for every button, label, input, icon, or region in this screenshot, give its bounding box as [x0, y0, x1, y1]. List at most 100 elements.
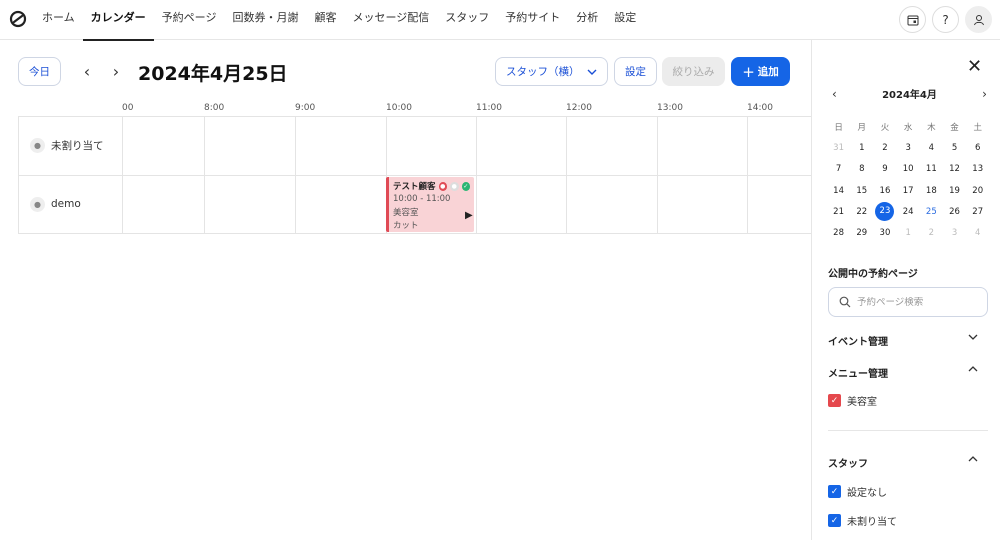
- calendar-day[interactable]: 31: [827, 143, 850, 153]
- calendar-day[interactable]: 30: [873, 228, 896, 238]
- calendar-day[interactable]: 4: [966, 228, 989, 238]
- calendar-day-number: 23: [875, 202, 895, 222]
- calendar-day[interactable]: 20: [966, 186, 989, 196]
- calendar-day[interactable]: 13: [966, 164, 989, 174]
- page-search-input[interactable]: [857, 296, 977, 308]
- menu-mgmt-title[interactable]: メニュー管理: [828, 365, 888, 380]
- staff-item-unassigned[interactable]: ✓ 未割り当て: [828, 513, 897, 528]
- hour-label: 9:00: [295, 103, 316, 113]
- calendar-day[interactable]: 17: [897, 186, 920, 196]
- calendar-day[interactable]: 1: [850, 143, 873, 153]
- checkbox[interactable]: ✓: [828, 514, 841, 527]
- today-button[interactable]: 今日: [18, 57, 61, 86]
- calendar-day-number: 19: [949, 185, 960, 196]
- staff-item-none[interactable]: ✓ 設定なし: [828, 484, 887, 499]
- nav-item-6[interactable]: スタッフ: [437, 0, 497, 40]
- booking-event[interactable]: テスト顧客 ● ● ✓ 10:00 - 11:00 美容室 カット: [386, 177, 474, 232]
- nav-item-0[interactable]: ホーム: [34, 0, 83, 40]
- calendar-day[interactable]: 18: [920, 186, 943, 196]
- calendar-day[interactable]: 8: [850, 164, 873, 174]
- nav-item-9[interactable]: 設定: [606, 0, 644, 40]
- calendar-day-number: 12: [949, 164, 960, 175]
- calendar-day-number: 20: [972, 185, 984, 196]
- calendar-day[interactable]: 26: [943, 207, 966, 217]
- calendar-day-number: 22: [856, 206, 868, 217]
- calendar-day[interactable]: 4: [920, 143, 943, 153]
- menu-item-beauty[interactable]: ✓ 美容室: [828, 393, 877, 408]
- staff-item-label: 未割り当て: [847, 517, 897, 528]
- person-icon: ●: [30, 137, 45, 153]
- prev-month-button[interactable]: ‹: [832, 87, 837, 101]
- menu-item-label: 美容室: [847, 397, 877, 408]
- calendar-day[interactable]: 11: [920, 164, 943, 174]
- row-unassigned: ● 未割り当て: [30, 137, 104, 153]
- calendar-week: 21 22 23 24 25 26 27: [827, 201, 991, 222]
- filter-button[interactable]: 絞り込み: [662, 57, 725, 86]
- prev-day-button[interactable]: ‹: [77, 60, 97, 82]
- calendar-day-number: 21: [833, 206, 844, 217]
- calendar-day[interactable]: 25: [920, 207, 943, 217]
- calendar-day[interactable]: 12: [943, 164, 966, 174]
- calendar-day[interactable]: 15: [850, 186, 873, 196]
- app-logo-icon[interactable]: [8, 9, 28, 29]
- calendar-day[interactable]: 3: [943, 228, 966, 238]
- chevron-up-icon[interactable]: [968, 364, 978, 375]
- calendar-day-number: 31: [833, 142, 844, 153]
- checkbox[interactable]: ✓: [828, 485, 841, 498]
- view-select-label: スタッフ（横）: [506, 66, 580, 78]
- chevron-up-icon[interactable]: [968, 454, 978, 465]
- nav-item-7[interactable]: 予約サイト: [497, 0, 568, 40]
- calendar-day[interactable]: 16: [873, 186, 896, 196]
- calendar-day[interactable]: 7: [827, 164, 850, 174]
- calendar-day[interactable]: 3: [897, 143, 920, 153]
- calendar-day[interactable]: 21: [827, 207, 850, 217]
- calendar-day[interactable]: 1: [897, 228, 920, 238]
- staff-title[interactable]: スタッフ: [828, 455, 868, 470]
- event-mgmt-title[interactable]: イベント管理: [828, 333, 888, 348]
- calendar-day[interactable]: 2: [873, 143, 896, 153]
- nav-item-3[interactable]: 回数券・月謝: [224, 0, 306, 40]
- nav-menu: ホーム カレンダー 予約ページ 回数券・月謝 顧客 メッセージ配信 スタッフ 予約サイト 分析設…: [34, 0, 644, 41]
- checkbox[interactable]: ✓: [828, 394, 841, 407]
- calendar-window-icon[interactable]: [899, 6, 926, 33]
- calendar-day[interactable]: 14: [827, 186, 850, 196]
- close-icon[interactable]: ✕: [967, 56, 982, 77]
- calendar-day-number: 26: [949, 206, 960, 217]
- calendar-day[interactable]: 28: [827, 228, 850, 238]
- calendar-day[interactable]: 27: [966, 207, 989, 217]
- top-nav: ホーム カレンダー 予約ページ 回数券・月謝 顧客 メッセージ配信 スタッフ 予約サイト 分析設…: [0, 0, 1000, 41]
- nav-item-5[interactable]: メッセージ配信: [344, 0, 437, 40]
- mini-calendar: 日月火水木金土 31 1 2 3 4 5 6 7 8 9 10 11 12 13 14 15 16 17 18 19 20…: [827, 116, 991, 244]
- chevron-down-icon[interactable]: [968, 332, 978, 343]
- nav-item-2[interactable]: 予約ページ: [154, 0, 225, 40]
- calendar-day[interactable]: 24: [897, 207, 920, 217]
- user-icon[interactable]: [965, 6, 992, 33]
- calendar-day-number: 1: [859, 142, 865, 153]
- row-label: demo: [51, 198, 81, 210]
- help-icon[interactable]: ?: [932, 6, 959, 33]
- nav-item-1[interactable]: カレンダー: [82, 0, 154, 41]
- weekday-label: 火: [880, 122, 890, 133]
- view-select[interactable]: スタッフ（横）: [495, 57, 608, 86]
- event-menu: 美容室: [393, 208, 419, 218]
- calendar-day[interactable]: 19: [943, 186, 966, 196]
- calendar-day[interactable]: 23: [873, 202, 896, 222]
- next-day-button[interactable]: ›: [106, 60, 126, 82]
- next-month-button[interactable]: ›: [982, 87, 987, 101]
- calendar-day[interactable]: 6: [966, 143, 989, 153]
- calendar-day-number: 4: [928, 142, 935, 153]
- hour-label: 00: [122, 103, 134, 113]
- nav-item-8[interactable]: 分析: [568, 0, 606, 40]
- calendar-day[interactable]: 10: [897, 164, 920, 174]
- calendar-day[interactable]: 22: [850, 207, 873, 217]
- nav-item-4[interactable]: 顧客: [306, 0, 344, 40]
- calendar-day[interactable]: 2: [920, 228, 943, 238]
- settings-button[interactable]: 設定: [614, 57, 657, 86]
- calendar-day[interactable]: 9: [873, 164, 896, 174]
- page-search: [828, 287, 988, 317]
- calendar-day[interactable]: 5: [943, 143, 966, 153]
- calendar-day-number: 4: [975, 228, 981, 239]
- mouse-cursor-icon: ▶: [465, 210, 473, 221]
- calendar-day[interactable]: 29: [850, 228, 873, 238]
- add-button[interactable]: + 追加: [731, 57, 790, 86]
